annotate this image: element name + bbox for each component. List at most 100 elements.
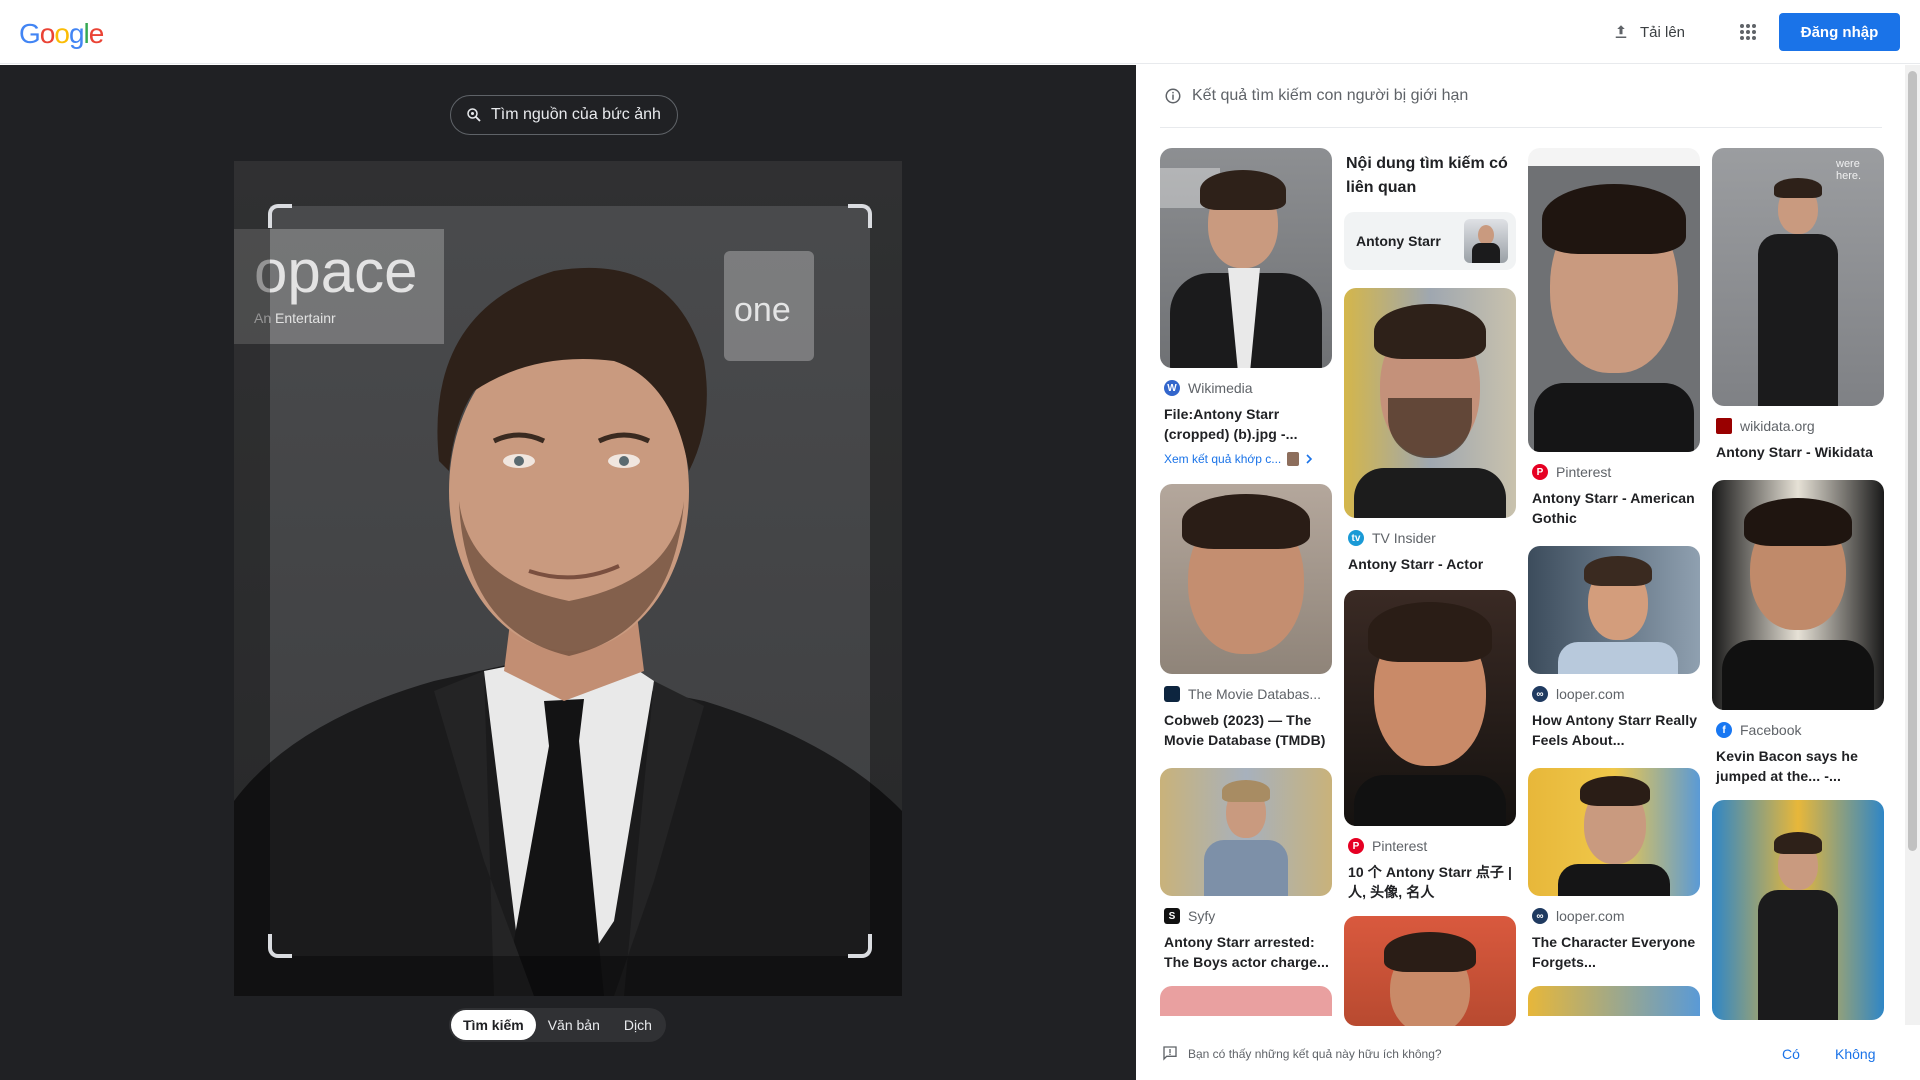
logo-letter: g	[68, 18, 85, 49]
result-card[interactable]: S Syfy Antony Starr arrested: The Boys ac…	[1160, 768, 1332, 972]
results-column-1: W Wikimedia File:Antony Starr (cropped) (…	[1160, 148, 1332, 1016]
query-image[interactable]: opace An Entertainr one	[234, 161, 902, 996]
logo-letter: e	[88, 18, 105, 49]
crop-dim-overlay	[270, 161, 870, 206]
related-search-chip[interactable]: Antony Starr	[1344, 212, 1516, 270]
more-matches-link[interactable]: Xem kết quả khớp c...	[1160, 452, 1332, 466]
pinterest-icon: P	[1348, 838, 1364, 854]
result-thumbnail[interactable]	[1344, 590, 1516, 826]
result-source: P Pinterest	[1528, 464, 1700, 480]
results-column-2: Nội dung tìm kiếm có liên quan Antony St…	[1344, 148, 1516, 1026]
result-thumbnail[interactable]	[1528, 986, 1700, 1016]
result-card[interactable]: P Pinterest 10 个 Antony Starr 点子 | 人, 头像,…	[1344, 590, 1516, 902]
result-thumbnail[interactable]	[1344, 288, 1516, 518]
result-source: f Facebook	[1712, 722, 1884, 738]
result-card[interactable]: ∞ looper.com How Antony Starr Really Feel…	[1528, 546, 1700, 750]
result-card[interactable]: W Wikimedia File:Antony Starr (cropped) (…	[1160, 148, 1332, 466]
result-source-label: Wikimedia	[1188, 380, 1253, 396]
feedback-question: Bạn có thấy những kết quả này hữu ích kh…	[1188, 1046, 1442, 1061]
apps-button[interactable]	[1730, 14, 1766, 50]
result-title[interactable]: Antony Starr - Wikidata	[1712, 442, 1884, 462]
logo-letter: G	[19, 18, 41, 49]
related-searches: Nội dung tìm kiếm có liên quan Antony St…	[1344, 148, 1516, 270]
tab-text[interactable]: Văn bản	[536, 1010, 612, 1040]
related-searches-title: Nội dung tìm kiếm có liên quan	[1346, 155, 1508, 196]
crop-dim-overlay	[234, 161, 270, 996]
wikidata-icon	[1716, 418, 1732, 434]
result-source-label: TV Insider	[1372, 530, 1436, 546]
results-scrollbar[interactable]	[1905, 65, 1920, 1025]
limited-results-notice: Kết quả tìm kiếm con người bị giới hạn	[1164, 87, 1468, 105]
result-thumbnail[interactable]: were here.	[1712, 148, 1884, 406]
feedback-yes-button[interactable]: Có	[1782, 1046, 1800, 1062]
syfy-icon: S	[1164, 908, 1180, 924]
lens-search-icon	[467, 108, 481, 122]
result-title[interactable]: Antony Starr - Actor	[1344, 554, 1516, 574]
related-chip-thumbnail	[1464, 219, 1508, 263]
result-thumbnail[interactable]	[1160, 768, 1332, 896]
result-card[interactable]: were here. wikidata.org Antony Starr - W…	[1712, 148, 1884, 462]
logo-letter: o	[39, 18, 56, 49]
result-thumbnail[interactable]	[1712, 800, 1884, 1020]
result-source: S Syfy	[1160, 908, 1332, 924]
looper-icon: ∞	[1532, 908, 1548, 924]
crop-handle-top-left[interactable]	[268, 204, 292, 228]
crop-handle-bottom-right[interactable]	[848, 934, 872, 958]
more-matches-label: Xem kết quả khớp c...	[1164, 452, 1282, 466]
results-panel: Kết quả tìm kiếm con người bị giới hạn W…	[1136, 65, 1920, 1080]
result-card[interactable]: The Movie Databas... Cobweb (2023) — The…	[1160, 484, 1332, 750]
result-title[interactable]: Antony Starr arrested: The Boys actor ch…	[1160, 932, 1332, 972]
top-bar: Google Tải lên Đăng nhập	[0, 0, 1920, 64]
limited-notice-text: Kết quả tìm kiếm con người bị giới hạn	[1192, 87, 1469, 104]
result-card[interactable]: P Pinterest Antony Starr - American Gothi…	[1528, 148, 1700, 528]
result-card[interactable]: ∞ looper.com The Character Everyone Forge…	[1528, 768, 1700, 972]
result-thumbnail[interactable]	[1160, 484, 1332, 674]
login-button[interactable]: Đăng nhập	[1779, 13, 1900, 51]
result-title[interactable]: 10 个 Antony Starr 点子 | 人, 头像, 名人	[1344, 862, 1516, 902]
result-thumbnail[interactable]	[1160, 986, 1332, 1016]
results-column-3: P Pinterest Antony Starr - American Gothi…	[1528, 148, 1700, 1016]
result-thumbnail[interactable]	[1160, 148, 1332, 368]
crop-handle-top-right[interactable]	[848, 204, 872, 228]
tmdb-icon	[1164, 686, 1180, 702]
upload-button[interactable]: Tải lên	[1600, 14, 1697, 50]
result-title[interactable]: Antony Starr - American Gothic	[1528, 488, 1700, 528]
result-thumbnail[interactable]	[1344, 916, 1516, 1026]
google-logo[interactable]: Google	[19, 18, 105, 50]
result-source: The Movie Databas...	[1160, 686, 1332, 702]
facebook-icon: f	[1716, 722, 1732, 738]
chevron-right-icon	[1306, 454, 1313, 464]
crop-selection-box[interactable]	[268, 204, 872, 958]
result-thumbnail[interactable]	[1528, 768, 1700, 896]
logo-letter: o	[54, 18, 70, 49]
upload-icon	[1615, 25, 1627, 38]
result-source-label: looper.com	[1556, 686, 1625, 702]
result-thumbnail[interactable]	[1712, 480, 1884, 710]
lens-image-panel: Tìm nguồn của bức ảnh opace An Entertainr…	[0, 65, 1136, 1080]
result-card[interactable]: tv TV Insider Antony Starr - Actor	[1344, 288, 1516, 574]
tab-translate[interactable]: Dịch	[612, 1010, 664, 1040]
pinterest-icon: P	[1532, 464, 1548, 480]
feedback-bar: Bạn có thấy những kết quả này hữu ích kh…	[1136, 1027, 1920, 1080]
crop-handle-bottom-left[interactable]	[268, 934, 292, 958]
result-title[interactable]: How Antony Starr Really Feels About...	[1528, 710, 1700, 750]
result-card[interactable]: f Facebook Kevin Bacon says he jumped at …	[1712, 480, 1884, 786]
scrollbar-thumb[interactable]	[1908, 71, 1917, 851]
result-source: tv TV Insider	[1344, 530, 1516, 546]
tv-insider-icon: tv	[1348, 530, 1364, 546]
result-title[interactable]: Kevin Bacon says he jumped at the... -..…	[1712, 746, 1884, 786]
result-source: P Pinterest	[1344, 838, 1516, 854]
result-title[interactable]: File:Antony Starr (cropped) (b).jpg -...	[1160, 404, 1332, 444]
find-image-source-button[interactable]: Tìm nguồn của bức ảnh	[450, 95, 678, 135]
divider	[1160, 127, 1882, 128]
result-title[interactable]: The Character Everyone Forgets...	[1528, 932, 1700, 972]
result-title[interactable]: Cobweb (2023) — The Movie Database (TMDB…	[1160, 710, 1332, 750]
find-source-label: Tìm nguồn của bức ảnh	[491, 106, 661, 123]
tab-search[interactable]: Tìm kiếm	[451, 1010, 536, 1040]
wikimedia-icon: W	[1164, 380, 1180, 396]
result-source-label: wikidata.org	[1740, 418, 1815, 434]
result-source-label: Syfy	[1188, 908, 1216, 924]
result-thumbnail[interactable]	[1528, 546, 1700, 674]
result-thumbnail[interactable]	[1528, 148, 1700, 452]
feedback-no-button[interactable]: Không	[1835, 1046, 1875, 1062]
